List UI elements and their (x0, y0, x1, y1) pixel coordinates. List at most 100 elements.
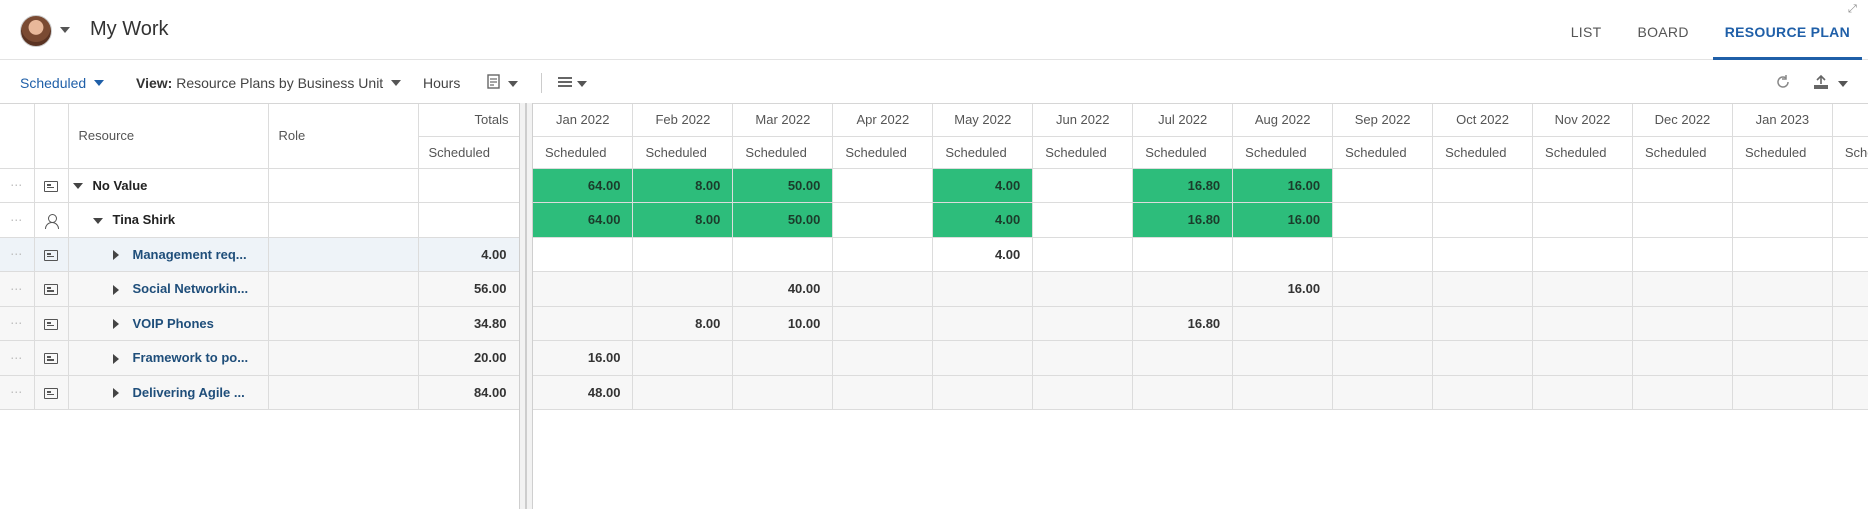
month-value-cell[interactable] (1632, 340, 1733, 376)
month-value-cell[interactable] (632, 271, 734, 307)
month-value-cell[interactable] (1132, 237, 1234, 272)
user-avatar[interactable] (20, 15, 52, 47)
month-value-cell[interactable] (1832, 306, 1868, 341)
expand-arrow-icon[interactable] (112, 250, 119, 261)
table-row[interactable]: ⋯ Framework to po... 20.00 (0, 340, 520, 376)
month-value-cell[interactable] (1732, 375, 1833, 410)
table-row[interactable]: 64.00 8.00 50.00 4.00 16.80 16.00 (533, 168, 1868, 203)
table-row[interactable]: 40.00 16.00 (533, 271, 1868, 307)
month-value-cell[interactable] (832, 168, 934, 203)
month-value-cell[interactable] (1532, 340, 1633, 376)
month-value-cell[interactable] (1432, 375, 1534, 410)
month-value-cell[interactable] (1732, 237, 1833, 272)
month-value-cell[interactable]: 4.00 (932, 202, 1034, 238)
resource-name-cell[interactable]: No Value (68, 168, 269, 203)
month-column-header[interactable]: Apr 2022 (832, 104, 934, 137)
month-value-cell[interactable] (732, 375, 834, 410)
month-value-cell[interactable]: 16.80 (1132, 202, 1234, 238)
month-value-cell[interactable]: 8.00 (632, 306, 734, 341)
month-value-cell[interactable] (1632, 202, 1733, 238)
month-value-cell[interactable] (1632, 271, 1733, 307)
month-value-cell[interactable] (1732, 202, 1833, 238)
month-value-cell[interactable] (1332, 202, 1434, 238)
month-value-cell[interactable] (1032, 271, 1134, 307)
measure-dropdown[interactable]: Scheduled (20, 73, 105, 93)
chevron-down-icon[interactable] (60, 27, 70, 33)
chevron-down-icon[interactable] (1838, 75, 1848, 95)
month-value-cell[interactable]: 10.00 (732, 306, 834, 341)
month-value-cell[interactable] (1132, 375, 1234, 410)
month-value-cell[interactable] (1632, 375, 1733, 410)
drag-handle[interactable]: ⋯ (0, 168, 35, 203)
month-value-cell[interactable] (1332, 306, 1434, 341)
month-value-cell[interactable]: 50.00 (732, 202, 834, 238)
expand-arrow-icon[interactable] (112, 284, 119, 295)
table-row[interactable]: ⋯ No Value (0, 168, 520, 203)
column-settings-icon[interactable] (486, 73, 504, 93)
month-value-cell[interactable]: 64.00 (533, 168, 634, 203)
month-value-cell[interactable] (1032, 237, 1134, 272)
month-value-cell[interactable] (932, 375, 1034, 410)
month-value-cell[interactable] (1032, 340, 1134, 376)
month-value-cell[interactable] (533, 306, 634, 341)
month-column-header[interactable]: Dec 2022 (1632, 104, 1733, 137)
month-value-cell[interactable]: 16.00 (1232, 168, 1334, 203)
month-column-header[interactable]: Feb 2022 (632, 104, 734, 137)
month-value-cell[interactable] (1832, 168, 1868, 203)
resource-name-cell[interactable]: Framework to po... (68, 340, 269, 376)
drag-handle[interactable]: ⋯ (0, 202, 35, 238)
month-value-cell[interactable] (832, 375, 934, 410)
month-column-header[interactable]: Nov 2022 (1532, 104, 1633, 137)
month-value-cell[interactable] (533, 271, 634, 307)
month-value-cell[interactable] (932, 306, 1034, 341)
role-cell[interactable] (268, 202, 419, 238)
month-value-cell[interactable] (632, 340, 734, 376)
table-row[interactable]: ⋯ Tina Shirk (0, 202, 520, 238)
month-value-cell[interactable] (1132, 271, 1234, 307)
month-value-cell[interactable] (1732, 340, 1833, 376)
month-column-header[interactable]: Jul 2022 (1132, 104, 1234, 137)
month-value-cell[interactable]: 16.80 (1132, 168, 1234, 203)
month-value-cell[interactable] (932, 340, 1034, 376)
month-value-cell[interactable] (1832, 237, 1868, 272)
month-value-cell[interactable] (632, 375, 734, 410)
month-value-cell[interactable] (1532, 271, 1633, 307)
tab-resource-plan[interactable]: RESOURCE PLAN (1712, 0, 1862, 60)
pane-splitter[interactable] (519, 103, 533, 509)
month-value-cell[interactable] (1632, 168, 1733, 203)
table-row[interactable]: ⋯ Management req... 4.00 (0, 237, 520, 272)
month-value-cell[interactable] (1032, 306, 1134, 341)
month-value-cell[interactable] (1132, 340, 1234, 376)
month-value-cell[interactable] (1732, 271, 1833, 307)
month-value-cell[interactable] (1632, 237, 1733, 272)
month-value-cell[interactable] (1532, 202, 1633, 238)
month-column-header[interactable]: Per (1832, 104, 1868, 137)
month-column-header[interactable]: Aug 2022 (1232, 104, 1334, 137)
refresh-icon[interactable] (1774, 73, 1792, 93)
export-icon[interactable] (1812, 73, 1830, 93)
month-value-cell[interactable] (1232, 237, 1334, 272)
month-value-cell[interactable]: 16.00 (1232, 271, 1334, 307)
month-value-cell[interactable]: 8.00 (632, 202, 734, 238)
month-value-cell[interactable] (1332, 375, 1434, 410)
month-value-cell[interactable]: 48.00 (533, 375, 634, 410)
month-value-cell[interactable] (1532, 375, 1633, 410)
month-column-header[interactable]: May 2022 (932, 104, 1034, 137)
month-column-header[interactable]: Sep 2022 (1332, 104, 1434, 137)
month-value-cell[interactable] (1632, 306, 1733, 341)
month-value-cell[interactable] (832, 202, 934, 238)
table-row[interactable]: 64.00 8.00 50.00 4.00 16.80 16.00 (533, 202, 1868, 238)
month-value-cell[interactable] (632, 237, 734, 272)
month-value-cell[interactable] (1332, 237, 1434, 272)
expand-arrow-icon[interactable] (112, 319, 119, 330)
resource-column-header[interactable]: Resource (68, 104, 269, 169)
month-value-cell[interactable] (832, 340, 934, 376)
role-cell[interactable] (268, 306, 419, 341)
collapse-arrow-icon[interactable] (72, 183, 83, 190)
month-value-cell[interactable] (1232, 306, 1334, 341)
month-value-cell[interactable] (1432, 271, 1534, 307)
month-value-cell[interactable] (533, 237, 634, 272)
month-value-cell[interactable]: 16.00 (1232, 202, 1334, 238)
month-value-cell[interactable]: 16.80 (1132, 306, 1234, 341)
month-value-cell[interactable] (1032, 375, 1134, 410)
